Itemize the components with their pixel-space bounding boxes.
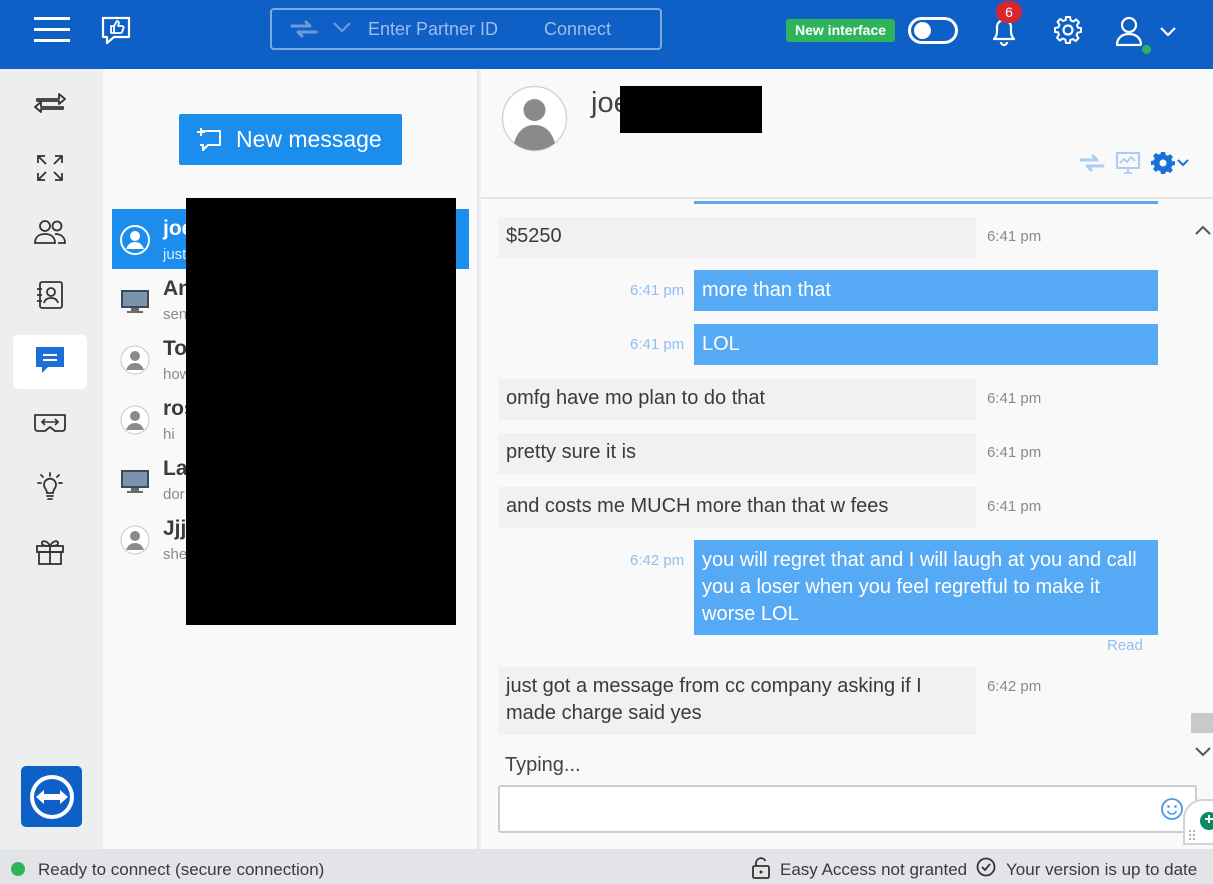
read-receipt: Read xyxy=(1107,637,1143,654)
conversation-preview: dor xyxy=(163,486,185,503)
user-avatar-icon xyxy=(120,405,150,435)
message-time: 6:41 pm xyxy=(630,282,685,299)
drag-handle-icon[interactable] xyxy=(1188,829,1198,841)
easy-access-status[interactable]: Easy Access not granted xyxy=(780,860,967,880)
message-bubble-incoming: $5250 xyxy=(498,217,976,258)
message-scrollbar[interactable] xyxy=(1191,201,1213,761)
message-bubble-outgoing: more than that xyxy=(694,270,1158,311)
message-bubble-outgoing: LOL xyxy=(694,324,1158,365)
chat-settings-gear-icon[interactable] xyxy=(1151,151,1189,180)
new-interface-label: New interface xyxy=(786,19,896,42)
user-avatar-icon xyxy=(120,345,150,375)
user-avatar-icon xyxy=(120,525,150,555)
message-time: 6:42 pm xyxy=(630,552,685,569)
partner-id-input[interactable] xyxy=(368,18,538,40)
status-bar: Ready to connect (secure connection) Eas… xyxy=(0,849,1213,884)
chat-icon xyxy=(34,345,66,380)
message-bubble-outgoing: you will regret that and I will laugh at… xyxy=(694,540,1158,635)
new-interface-toggle[interactable] xyxy=(908,17,958,44)
nav-remote-control[interactable] xyxy=(13,78,87,132)
top-bar: Connect New interface 6 xyxy=(0,0,1213,69)
scrollbar-thumb[interactable] xyxy=(1191,713,1213,733)
unlock-icon xyxy=(751,857,771,884)
remote-control-icon[interactable] xyxy=(1079,154,1105,177)
computer-icon xyxy=(120,285,150,315)
scroll-down-icon[interactable] xyxy=(1194,745,1212,763)
message-bubble-partial xyxy=(694,201,1158,204)
conversation-name: To xyxy=(163,337,188,360)
conversation-preview: she xyxy=(163,546,188,563)
user-account-icon[interactable] xyxy=(1112,14,1146,48)
conversation-preview: sen xyxy=(163,306,188,323)
redaction-block xyxy=(186,198,456,625)
check-circle-icon xyxy=(976,857,996,882)
augmented-reality-icon xyxy=(32,411,68,440)
connect-button[interactable]: Connect xyxy=(544,19,611,40)
connection-status-dot xyxy=(11,862,25,876)
message-bubble-incoming: just got a message from cc company askin… xyxy=(498,667,976,735)
message-list: $5250 6:41 pm 6:41 pm more than that 6:4… xyxy=(481,201,1191,741)
new-message-label: New message xyxy=(236,126,382,152)
version-status: Your version is up to date xyxy=(1006,860,1198,879)
message-time: 6:41 pm xyxy=(987,444,1042,461)
contact-avatar-icon xyxy=(501,85,568,152)
remote-management-icon xyxy=(36,154,64,187)
typing-indicator: Typing... xyxy=(505,754,581,776)
notification-badge: 6 xyxy=(996,1,1022,23)
conversation-name: La xyxy=(163,457,188,480)
gear-icon[interactable] xyxy=(1052,14,1084,46)
connection-status-text: Ready to connect (secure connection) xyxy=(38,860,325,879)
conversation-list-pane: New message joe just An sen To how ros h… xyxy=(103,69,479,849)
partner-id-box: Connect xyxy=(270,8,662,50)
redaction-block xyxy=(620,86,762,133)
message-bubble-incoming: pretty sure it is xyxy=(498,433,976,474)
message-time: 6:41 pm xyxy=(987,228,1042,245)
chevron-down-icon[interactable] xyxy=(332,20,352,38)
computer-icon xyxy=(120,465,150,495)
assistant-widget[interactable] xyxy=(1183,799,1213,845)
account-chevron-down-icon[interactable] xyxy=(1158,24,1178,40)
message-time: 6:41 pm xyxy=(987,390,1042,407)
user-avatar-icon xyxy=(120,225,150,255)
message-input[interactable] xyxy=(510,795,1140,823)
conversation-preview: just xyxy=(163,246,187,263)
presentation-icon[interactable] xyxy=(1115,151,1141,180)
message-time: 6:41 pm xyxy=(987,498,1042,515)
nav-getting-started[interactable] xyxy=(13,462,87,516)
chat-header-tools xyxy=(1079,151,1189,179)
nav-meeting[interactable] xyxy=(13,207,87,261)
emoji-icon[interactable] xyxy=(1160,797,1184,826)
remote-control-icon xyxy=(33,90,67,121)
message-bubble-incoming: omfg have mo plan to do that xyxy=(498,379,976,420)
chat-header: joe xyxy=(481,69,1213,199)
lightbulb-icon xyxy=(34,471,66,508)
feedback-icon[interactable] xyxy=(100,14,132,46)
meeting-icon xyxy=(34,219,66,250)
message-bubble-incoming: and costs me MUCH more than that w fees xyxy=(498,487,976,528)
nav-whats-new[interactable] xyxy=(13,526,87,580)
contacts-icon xyxy=(36,280,64,315)
nav-chat[interactable] xyxy=(13,335,87,389)
assistant-logo-icon xyxy=(1200,812,1213,830)
message-input-box[interactable] xyxy=(498,785,1197,833)
nav-contacts[interactable] xyxy=(13,270,87,324)
teamviewer-logo xyxy=(21,766,82,827)
conversation-preview: hi xyxy=(163,426,175,443)
new-message-icon xyxy=(197,127,221,151)
chat-pane: joe $5250 6:41 pm 6:41 pm more than that… xyxy=(481,69,1213,849)
scroll-up-icon[interactable] xyxy=(1194,223,1212,241)
gift-icon xyxy=(34,535,66,572)
online-status-dot xyxy=(1140,43,1153,56)
nav-augmented-reality[interactable] xyxy=(13,398,87,452)
new-message-button[interactable]: New message xyxy=(179,114,402,165)
hamburger-menu-icon[interactable] xyxy=(34,14,70,46)
nav-remote-management[interactable] xyxy=(13,143,87,197)
message-time: 6:42 pm xyxy=(987,678,1042,695)
message-time: 6:41 pm xyxy=(630,336,685,353)
remote-arrows-icon xyxy=(290,20,320,38)
left-navigation-rail xyxy=(0,69,103,849)
